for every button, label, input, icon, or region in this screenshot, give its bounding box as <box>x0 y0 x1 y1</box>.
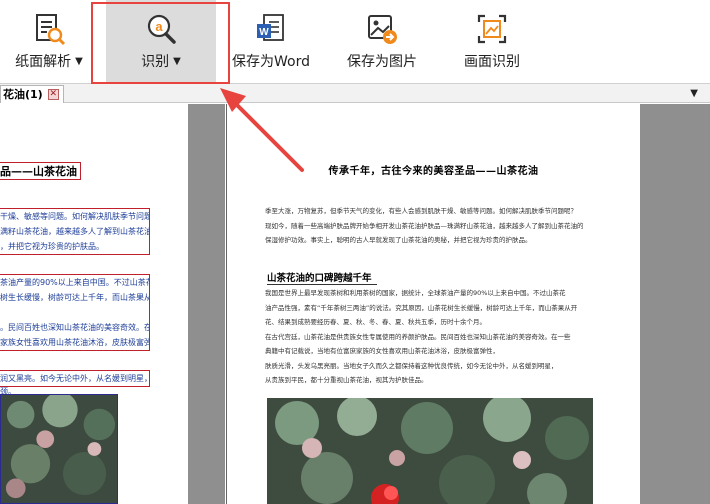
section-heading: 山茶花油的口碑跨越千年 <box>267 273 372 284</box>
dropdown-caret-icon[interactable]: ▼ <box>75 56 83 67</box>
section-paragraph: 我国是世界上最早发现茶树和利用茶树的国家，据统计，全球茶油产量的90%以上来自中… <box>265 289 578 384</box>
recognized-title-region[interactable]: 品——山茶花油 <box>0 162 81 180</box>
save-as-image-label: 保存为图片 <box>347 54 417 70</box>
ocr-button[interactable]: a 识别 ▼ <box>106 0 216 84</box>
ocr-magnifier-icon: a <box>147 14 176 44</box>
tab-list-chevron-icon[interactable]: ▼ <box>690 88 698 99</box>
screen-capture-icon <box>477 14 507 44</box>
document-tab-label: 花油(1) <box>3 88 43 101</box>
document-title: 传承千年，古往今来的美容圣品——山茶花油 <box>328 166 539 177</box>
original-page-pane[interactable]: 品——山茶花油 干燥、敏感等问题。如何解决肌肤季节问题呢？ 满籽山茶花油，越来越… <box>0 104 188 504</box>
document-tab[interactable]: 花油(1) ✕ <box>0 85 64 103</box>
document-tab-bar: 花油(1) ✕ ▼ <box>0 84 710 103</box>
toolbar: 纸面解析 ▼ a 识别 ▼ W 保存为Word 保存为图片 画面识别 <box>0 0 710 84</box>
save-image-icon <box>368 15 397 44</box>
pane-divider[interactable] <box>188 104 225 504</box>
recognized-image-region[interactable] <box>0 394 118 504</box>
layout-analysis-button[interactable]: 纸面解析 ▼ <box>6 0 92 84</box>
recognized-document-page[interactable]: 传承千年，古往今来的美容圣品——山茶花油 季至大涨，万物复苏，但季节天气的变化，… <box>226 104 640 504</box>
area-ocr-button[interactable]: 画面识别 <box>452 0 532 84</box>
right-gutter <box>640 104 710 504</box>
intro-paragraph: 季至大涨，万物复苏，但季节天气的变化，有些人会感到肌肤干燥、敏感等问题。如何解决… <box>265 207 584 244</box>
recognized-text-region[interactable]: 干燥、敏感等问题。如何解决肌肤季节问题呢？ 满籽山茶花油，越来越多人了解到山茶花… <box>0 208 150 255</box>
dropdown-caret-icon[interactable]: ▼ <box>173 56 181 67</box>
recognized-text-region[interactable]: 润又黑亮。如今无论中外，从名媛到明星， <box>0 370 150 387</box>
save-as-word-label: 保存为Word <box>232 54 310 70</box>
svg-text:W: W <box>259 27 269 38</box>
layout-analysis-icon <box>36 14 66 46</box>
ocr-label: 识别 <box>141 54 170 70</box>
layout-analysis-label: 纸面解析 <box>15 54 72 70</box>
camellia-photo <box>267 398 593 504</box>
svg-text:a: a <box>155 19 163 34</box>
tab-close-icon[interactable]: ✕ <box>47 89 59 100</box>
area-ocr-label: 画面识别 <box>464 54 520 70</box>
recognized-text-region[interactable]: 茶油产量的90%以上来自中国。不过山茶花 树生长缓慢，树龄可达上千年，而山茶果从… <box>0 274 150 351</box>
section-underline <box>267 284 377 285</box>
word-document-icon: W <box>257 14 284 41</box>
save-as-image-button[interactable]: 保存为图片 <box>340 0 424 84</box>
save-as-word-button[interactable]: W 保存为Word <box>228 0 314 84</box>
